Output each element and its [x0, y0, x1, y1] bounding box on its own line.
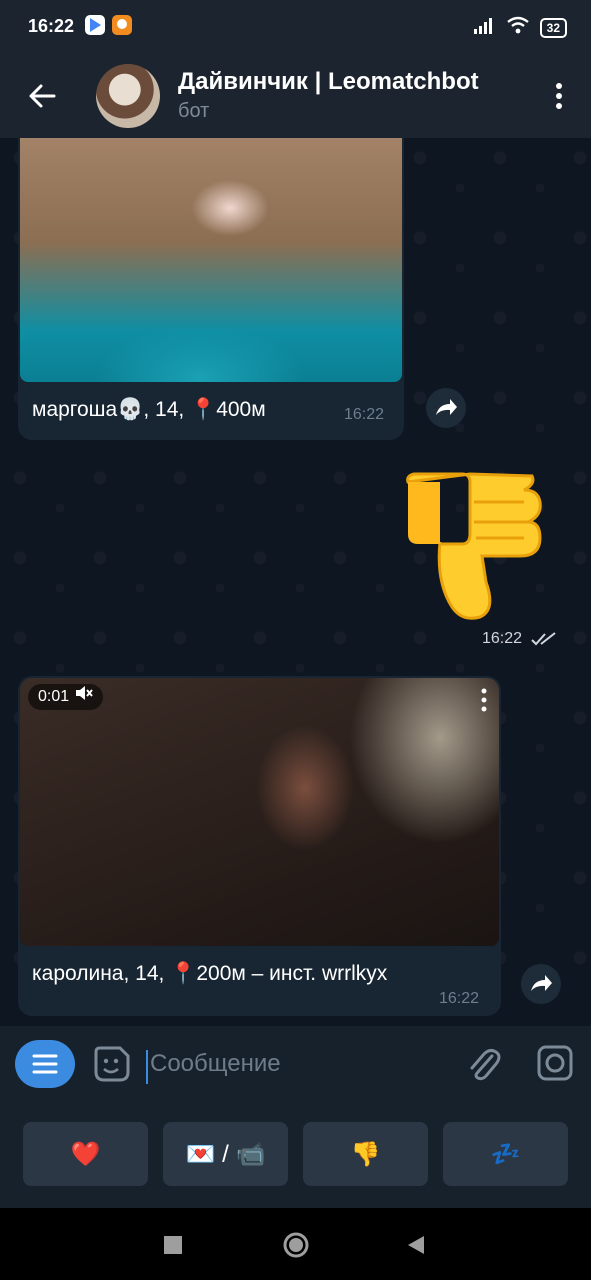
- camera-icon[interactable]: [536, 1044, 574, 1082]
- dislike-button[interactable]: 👎: [303, 1122, 428, 1186]
- attach-icon[interactable]: [464, 1044, 502, 1084]
- back-arrow-icon[interactable]: [24, 78, 60, 114]
- profile-video[interactable]: 0:01: [20, 678, 499, 946]
- wifi-icon: [506, 16, 530, 39]
- battery-indicator: 32: [539, 17, 567, 38]
- bot-avatar[interactable]: [96, 64, 160, 128]
- message-input[interactable]: Сообщение: [150, 1050, 281, 1078]
- sleep-button[interactable]: 💤: [443, 1122, 568, 1186]
- share-icon[interactable]: [426, 388, 466, 428]
- recents-icon[interactable]: [164, 1236, 182, 1259]
- signal-icon: [473, 16, 496, 39]
- muted-speaker-icon[interactable]: [75, 684, 93, 710]
- video-duration-badge[interactable]: 0:01: [28, 684, 104, 710]
- chat-area[interactable]: маргоша💀, 14, 📍400м 16:22 16:22 0:01 кар…: [0, 138, 591, 1026]
- message-input-bar: Сообщение: [0, 1026, 591, 1104]
- incoming-video-message[interactable]: 0:01 каролина, 14, 📍200м – инст. wrrlkyx…: [18, 676, 501, 1016]
- message-button[interactable]: 💌 / 📹: [163, 1122, 288, 1186]
- status-time: 16:22: [28, 16, 75, 36]
- like-button[interactable]: ❤️: [23, 1122, 148, 1186]
- message-caption: каролина, 14, 📍200м – инст. wrrlkyx: [32, 962, 388, 985]
- message-time: 16:22: [439, 990, 480, 1007]
- message-caption: маргоша💀, 14, 📍400м: [32, 398, 266, 421]
- play-store-icon: [85, 15, 105, 35]
- status-bar: 16:22 32: [0, 0, 591, 54]
- back-nav-icon[interactable]: [406, 1235, 426, 1260]
- chat-title[interactable]: Дайвинчик | Leomatchbot: [178, 68, 479, 96]
- read-checks-icon: [527, 630, 557, 647]
- sticker-icon[interactable]: [92, 1044, 132, 1084]
- more-options-icon[interactable]: [551, 80, 567, 112]
- app-notification-icon: [112, 15, 132, 35]
- thumbs-down-sticker[interactable]: [400, 472, 544, 622]
- chat-header: Дайвинчик | Leomatchbot бот: [0, 54, 591, 138]
- profile-photo[interactable]: [20, 138, 402, 382]
- video-options-icon[interactable]: [481, 688, 487, 712]
- bot-keyboard: ❤️ 💌 / 📹 👎 💤: [0, 1104, 591, 1208]
- sticker-time: 16:22: [482, 630, 557, 648]
- incoming-photo-message[interactable]: маргоша💀, 14, 📍400м 16:22: [18, 138, 404, 440]
- home-icon[interactable]: [282, 1231, 310, 1264]
- bot-menu-button[interactable]: [15, 1040, 75, 1088]
- navigation-bar: [0, 1208, 591, 1280]
- share-icon[interactable]: [521, 964, 561, 1004]
- text-cursor: [146, 1050, 148, 1084]
- chat-subtitle: бот: [178, 100, 210, 122]
- message-time: 16:22: [344, 406, 385, 423]
